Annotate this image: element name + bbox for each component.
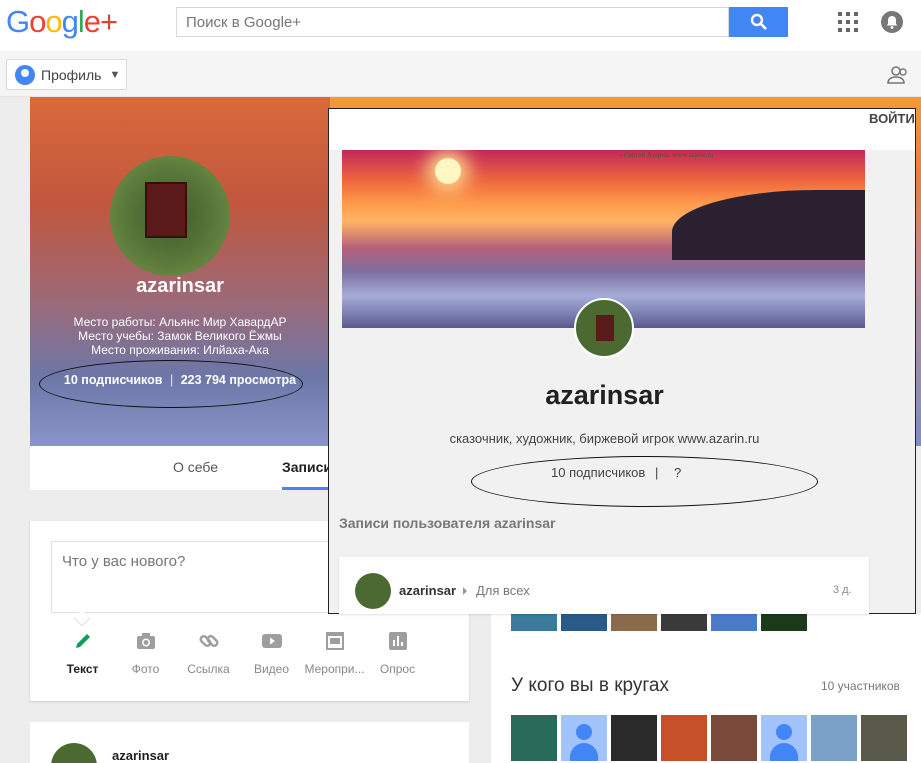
profile-info: Место работы: Альянс Мир ХавардАР Место … <box>30 315 330 357</box>
tab-posts[interactable]: Записи <box>282 459 332 475</box>
profile-menu-label: Профиль <box>41 66 102 83</box>
overlay-post-audience[interactable]: Для всех <box>476 583 530 598</box>
sub-bar <box>0 51 921 97</box>
tool-video-label: Видео <box>253 662 290 676</box>
tool-photo[interactable]: Фото <box>114 630 177 676</box>
notifications-bell-icon[interactable] <box>881 11 903 33</box>
tool-link-label: Ссылка <box>187 662 230 676</box>
person-thumb[interactable] <box>611 715 657 761</box>
search-button[interactable] <box>729 7 788 37</box>
add-to-circles-icon[interactable] <box>887 66 909 84</box>
tool-link[interactable]: Ссылка <box>177 630 240 676</box>
sun-image <box>435 158 461 184</box>
person-thumb[interactable] <box>711 613 757 631</box>
event-icon <box>324 630 346 652</box>
tool-poll-label: Опрос <box>379 662 416 676</box>
overlay-post-avatar[interactable] <box>355 573 391 609</box>
tool-event-label: Меропри... <box>304 662 365 676</box>
profile-menu-button[interactable]: Профиль ▼ <box>6 59 127 90</box>
overlay-profile-photo[interactable] <box>574 298 634 358</box>
tool-text[interactable]: Текст <box>51 630 114 676</box>
logo-letter: o <box>45 4 62 39</box>
logo-letter: e <box>83 4 101 39</box>
tool-event[interactable]: Меропри... <box>303 630 366 676</box>
chevron-down-icon: ▼ <box>109 68 121 81</box>
overlay-profile-name: azarinsar <box>545 380 664 410</box>
overlay-cover-caption: - Сергей Азарин, www.azarin.ru <box>620 151 714 159</box>
google-plus-logo[interactable]: Google+ <box>6 4 118 40</box>
tool-photo-label: Фото <box>131 662 160 676</box>
profile-study: Место учебы: Замок Великого Ёжмы <box>78 329 282 343</box>
person-thumb[interactable] <box>511 613 557 631</box>
default-user-icon[interactable] <box>561 715 607 761</box>
person-thumb[interactable] <box>511 715 557 761</box>
poll-icon <box>387 630 409 652</box>
overlay-section-title: Записи пользователя azarinsar <box>339 515 556 531</box>
tool-video[interactable]: Видео <box>240 630 303 676</box>
camera-icon <box>135 630 157 652</box>
default-user-icon[interactable] <box>761 715 807 761</box>
avatar-card-image <box>145 182 187 238</box>
tab-about[interactable]: О себе <box>173 459 218 475</box>
tool-poll[interactable]: Опрос <box>366 630 429 676</box>
logo-letter: G <box>6 4 30 39</box>
profile-photo[interactable] <box>110 156 230 276</box>
video-icon <box>261 630 283 652</box>
person-thumb[interactable] <box>661 613 707 631</box>
active-tab-indicator <box>282 487 330 490</box>
circles-count[interactable]: 10 участников <box>821 679 900 693</box>
logo-word: Google <box>6 4 101 39</box>
person-thumb[interactable] <box>761 613 807 631</box>
chevron-right-icon <box>463 587 467 595</box>
avatar-card-image <box>596 315 614 341</box>
circles-thumbs <box>511 715 907 761</box>
overlay-post-author[interactable]: azarinsar <box>399 583 456 598</box>
post-card <box>30 722 469 763</box>
highlight-ellipse-stats <box>39 360 303 408</box>
circles-title: У кого вы в кругах <box>511 675 669 696</box>
highlight-ellipse-overlay-stats <box>471 456 818 507</box>
logo-letter: g <box>61 4 79 39</box>
profile-name: azarinsar <box>136 275 224 297</box>
link-icon <box>198 630 220 652</box>
tool-text-label: Текст <box>66 662 99 676</box>
person-thumb[interactable] <box>861 715 907 761</box>
overlay-login-button[interactable]: ВОЙТИ <box>869 111 915 126</box>
overlay-profile-bio: сказочник, художник, биржевой игрок www.… <box>449 431 760 446</box>
person-thumb[interactable] <box>611 613 657 631</box>
search-icon <box>750 13 767 30</box>
person-thumb[interactable] <box>811 715 857 761</box>
pencil-icon <box>72 630 94 652</box>
person-thumb[interactable] <box>711 715 757 761</box>
circles-thumbs-top <box>511 613 807 631</box>
search-box[interactable] <box>176 7 729 37</box>
person-thumb[interactable] <box>561 613 607 631</box>
profile-residence: Место проживания: Илйаха-Ака <box>91 343 269 357</box>
post-author-name[interactable]: azarinsar <box>112 748 169 763</box>
search-input[interactable] <box>177 8 728 36</box>
logo-letter: o <box>29 4 46 39</box>
overlay-post-time[interactable]: 3 д. <box>833 584 852 596</box>
compose-tools: Текст Фото Ссылка Видео Меропри... Опрос <box>51 630 429 676</box>
profile-work: Место работы: Альянс Мир ХавардАР <box>73 315 287 329</box>
profile-avatar-icon <box>15 64 35 85</box>
person-thumb[interactable] <box>661 715 707 761</box>
hill-image <box>672 190 865 260</box>
apps-grid-icon[interactable] <box>838 12 858 32</box>
overlay-top-bar <box>329 109 915 150</box>
logo-plus: + <box>100 4 118 39</box>
